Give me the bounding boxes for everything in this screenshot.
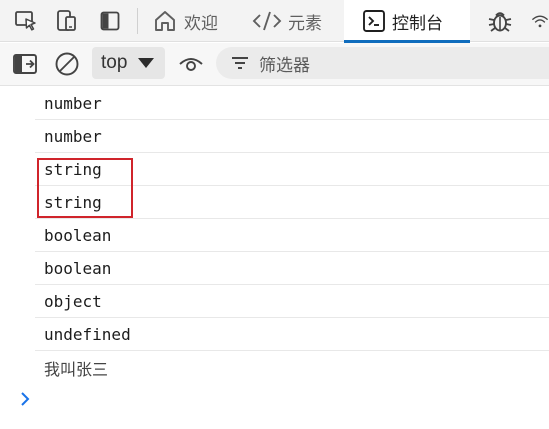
bug-icon[interactable] [485, 7, 515, 35]
live-expression-eye-icon[interactable] [176, 50, 206, 78]
inspect-element-icon[interactable] [11, 7, 41, 35]
console-message: number [35, 87, 549, 120]
code-icon [252, 9, 282, 33]
tab-welcome-label: 欢迎 [184, 13, 218, 33]
filter-icon [231, 55, 249, 71]
console-message-text: number [44, 126, 102, 146]
tab-elements[interactable]: 元素 [246, 0, 344, 42]
chevron-right-icon [20, 391, 30, 412]
console-message: boolean [35, 219, 549, 252]
context-label: top [101, 52, 128, 73]
console-message: boolean [35, 252, 549, 285]
clear-console-icon[interactable] [52, 50, 82, 78]
caret-down-icon [138, 58, 155, 68]
tab-console-label: 控制台 [392, 13, 443, 33]
filter-placeholder: 筛选器 [259, 55, 310, 75]
console-message: number [35, 120, 549, 153]
console-message-text: object [44, 291, 102, 311]
console-message: object [35, 285, 549, 318]
console-message-text: boolean [44, 258, 112, 278]
home-icon [152, 8, 178, 34]
console-message-text: boolean [44, 225, 112, 245]
device-emulation-icon[interactable] [52, 7, 82, 35]
console-message: undefined [35, 318, 549, 351]
console-message: 我叫张三 [35, 351, 549, 384]
devtools-tab-bar: 欢迎 元素 控制台 [0, 0, 549, 43]
console-prompt[interactable] [16, 390, 34, 412]
tab-bar-divider [137, 8, 138, 34]
tab-elements-label: 元素 [288, 13, 322, 33]
console-message-text: 我叫张三 [44, 359, 109, 379]
sidebar-panel-icon[interactable] [10, 50, 40, 78]
sidebar-toggle-icon[interactable] [95, 7, 125, 35]
filter-input[interactable]: 筛选器 [216, 47, 549, 79]
console-message-text: undefined [44, 324, 131, 344]
tab-console[interactable]: 控制台 [344, 0, 470, 43]
wifi-icon[interactable] [531, 7, 549, 35]
annotation-highlight-box [37, 158, 133, 218]
console-icon [362, 9, 386, 33]
console-message-text: number [44, 93, 102, 113]
context-selector[interactable]: top [92, 47, 165, 79]
tab-welcome[interactable]: 欢迎 [146, 0, 240, 42]
